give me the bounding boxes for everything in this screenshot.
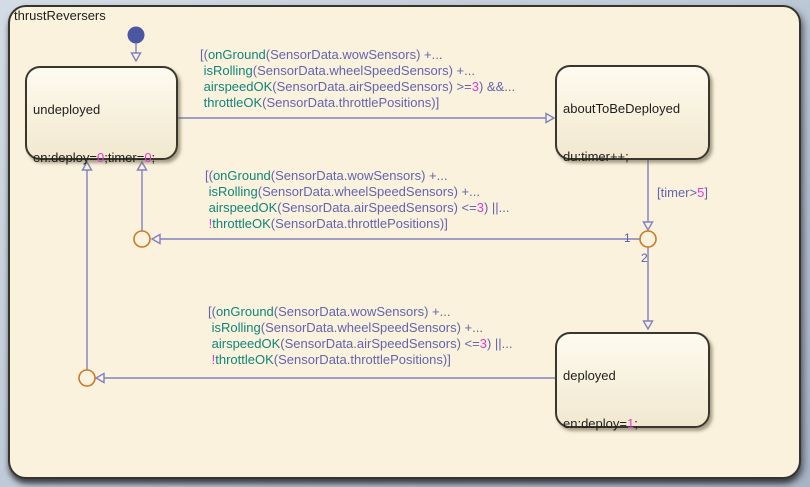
state-undeployed[interactable]: undeployed en:deploy=0;timer=0; [25, 66, 178, 160]
transition-label-timer-condition[interactable]: [timer>5] [657, 185, 708, 201]
junction-right[interactable] [640, 231, 656, 247]
state-name: undeployed [33, 102, 170, 118]
initial-state-dot[interactable] [128, 27, 145, 44]
transition-label-abort-condition[interactable]: [(onGround(SensorData.wowSensors) +... i… [205, 168, 510, 232]
transition-abort-arrowhead-icon [152, 235, 160, 244]
junction-branch-order-1: 1 [624, 232, 631, 244]
state-name: aboutToBeDeployed [563, 101, 702, 117]
state-name: deployed [563, 368, 702, 384]
transition-deploy-arrowhead-icon [546, 114, 554, 123]
transition-to-deployed-arrowhead-icon [644, 321, 653, 329]
initial-transition-arrowhead-icon [132, 53, 141, 61]
transition-timer-arrowhead-icon [644, 222, 653, 230]
state-action: en:deploy=1; [563, 416, 702, 432]
junction-bottom-left[interactable] [79, 370, 95, 386]
state-deployed[interactable]: deployed en:deploy=1; [555, 332, 710, 428]
transition-label-undeploy-condition[interactable]: [(onGround(SensorData.wowSensors) +... i… [208, 304, 513, 368]
transition-undeploy-arrowhead-icon [96, 374, 104, 383]
transition-label-deploy-condition[interactable]: [(onGround(SensorData.wowSensors) +... i… [200, 47, 515, 111]
state-action: du:timer++; [563, 149, 702, 165]
state-action: en:deploy=0;timer=0; [33, 150, 170, 166]
junction-branch-order-2: 2 [641, 252, 648, 264]
state-about-to-be-deployed[interactable]: aboutToBeDeployed du:timer++; [555, 65, 710, 160]
stateflow-canvas: thrustReversers [0, 0, 810, 487]
junction-middle-left[interactable] [134, 231, 150, 247]
